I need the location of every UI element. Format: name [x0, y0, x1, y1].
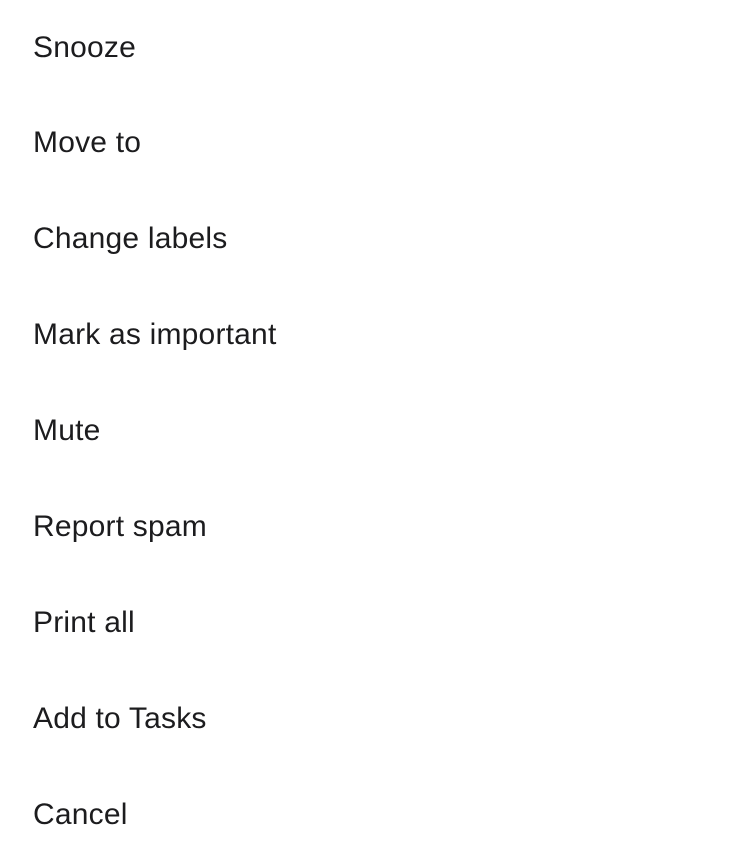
menu-item-label: Change labels [33, 222, 228, 255]
menu-item-print-all[interactable]: Print all [0, 575, 750, 671]
menu-item-add-to-tasks[interactable]: Add to Tasks [0, 671, 750, 767]
menu-item-label: Move to [33, 126, 142, 159]
menu-item-mark-as-important[interactable]: Mark as important [0, 287, 750, 383]
menu-item-snooze[interactable]: Snooze [0, 0, 750, 95]
menu-item-label: Report spam [33, 510, 207, 543]
action-sheet: Snooze Move to Change labels Mark as imp… [0, 0, 750, 864]
menu-item-label: Snooze [33, 30, 136, 64]
menu-item-mute[interactable]: Mute [0, 383, 750, 479]
menu-item-move-to[interactable]: Move to [0, 95, 750, 191]
menu-item-label: Cancel [33, 798, 128, 831]
cancel-button[interactable]: Cancel [0, 767, 750, 863]
menu-item-label: Mark as important [33, 318, 277, 351]
menu-item-change-labels[interactable]: Change labels [0, 191, 750, 287]
menu-item-label: Print all [33, 606, 135, 639]
menu-item-label: Add to Tasks [33, 702, 207, 735]
action-menu: Snooze Move to Change labels Mark as imp… [0, 0, 750, 863]
menu-item-label: Mute [33, 414, 101, 447]
menu-item-report-spam[interactable]: Report spam [0, 479, 750, 575]
